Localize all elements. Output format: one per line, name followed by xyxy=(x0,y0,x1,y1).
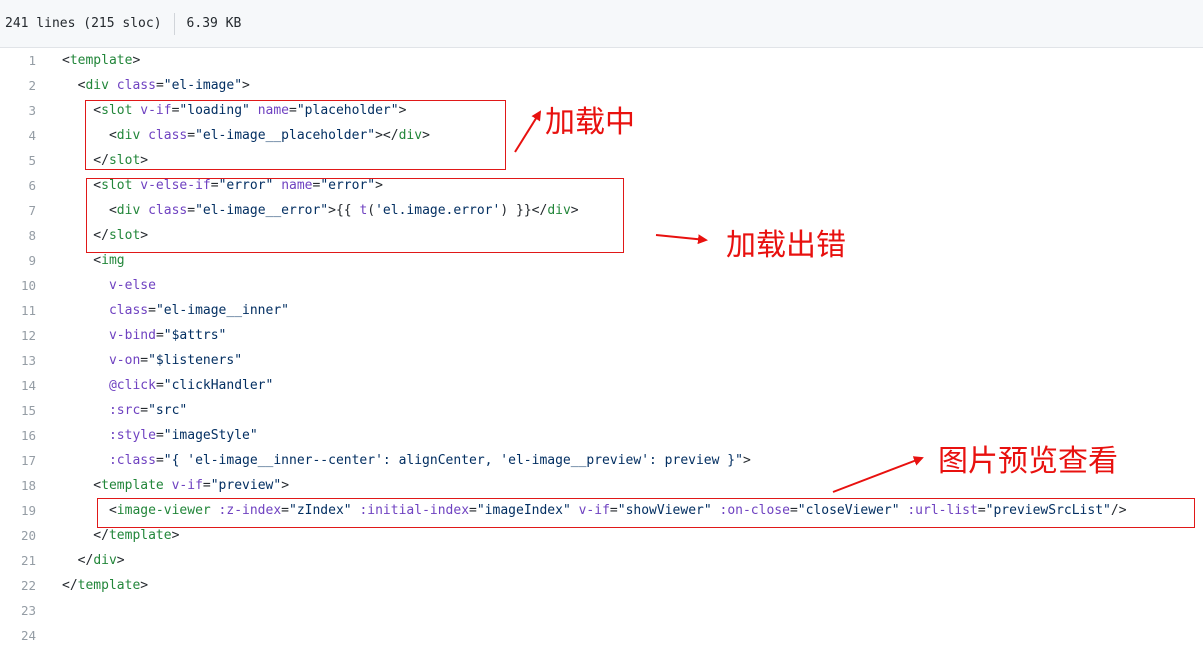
preview-annotation: 图片预览查看 xyxy=(938,444,1118,479)
preview-arrow xyxy=(832,456,924,493)
error-annotation: 加载出错 xyxy=(726,228,846,263)
loading-annotation: 加载中 xyxy=(545,105,635,140)
error-arrow xyxy=(655,234,708,245)
loading-arrow xyxy=(514,110,542,153)
annotation-arrows xyxy=(514,110,924,493)
